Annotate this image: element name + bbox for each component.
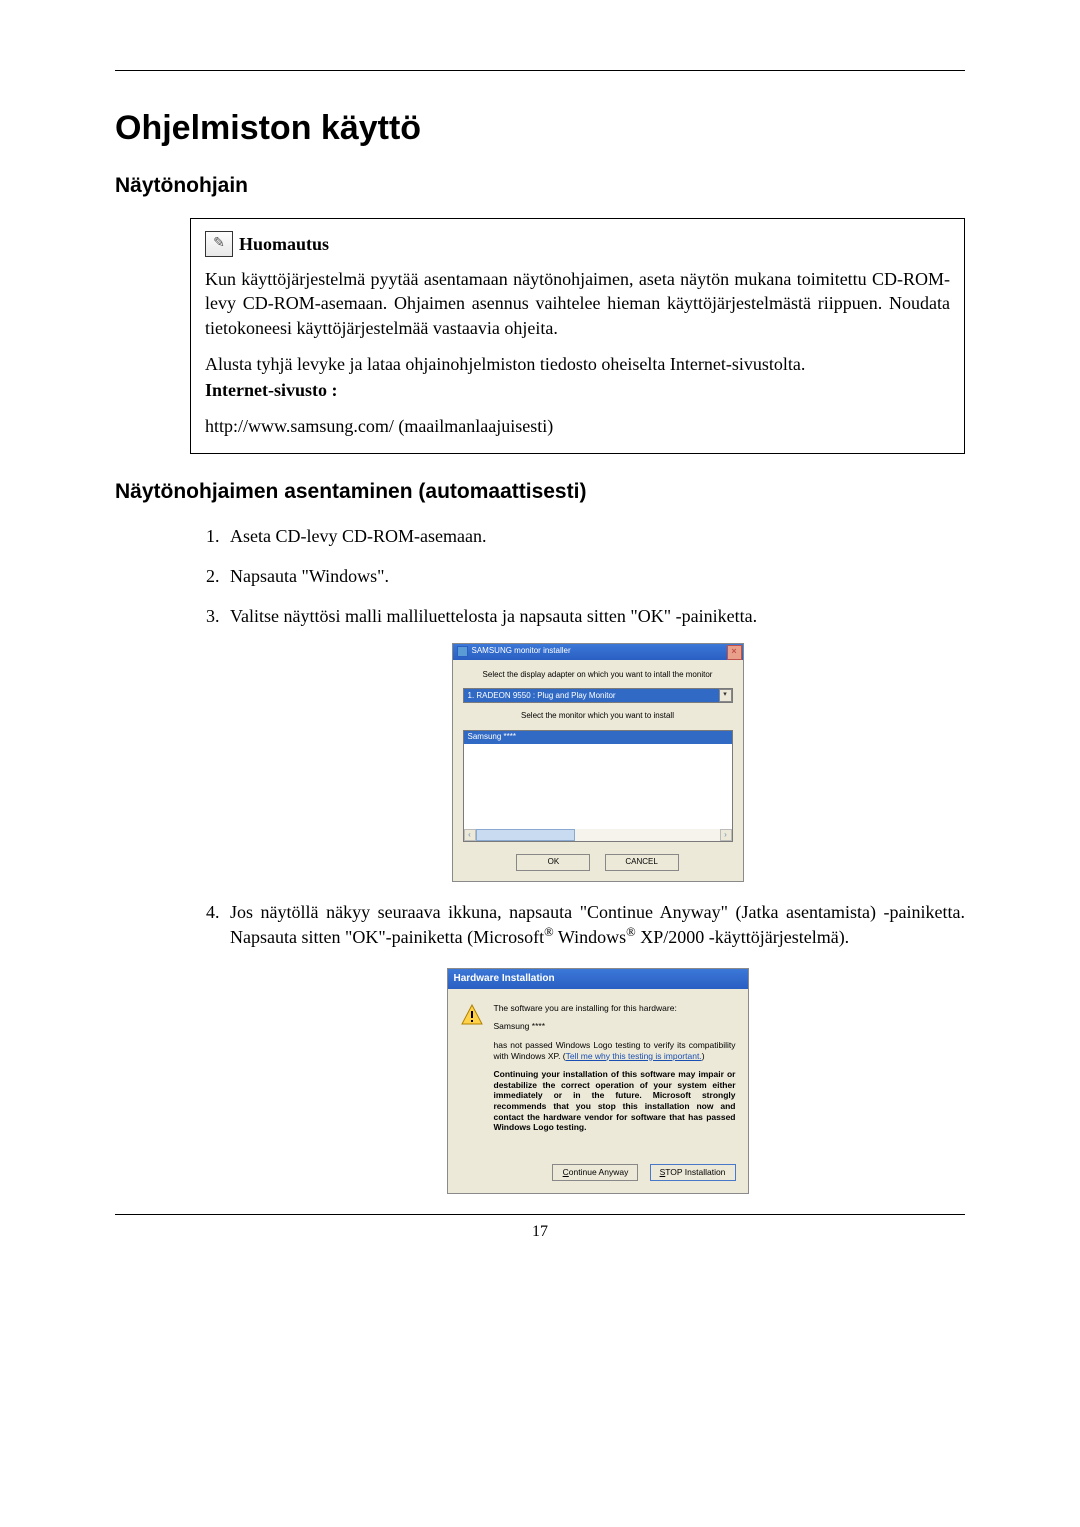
hardware-installation-dialog: Hardware Installation The software you a… [447,968,749,1195]
section-heading-display-driver: Näytönohjain [115,174,965,198]
step-1: Aseta CD-levy CD-ROM-asemaan. [224,524,965,548]
warning-icon [460,1003,484,1027]
adapter-combobox[interactable]: 1. RADEON 9550 : Plug and Play Monitor ▾ [463,688,733,703]
internet-site-url: http://www.samsung.com/ (maailmanlaajuis… [205,414,950,438]
step-3: Valitse näyttösi malli malliluettelosta … [224,604,965,882]
section-heading-auto-install: Näytönohjaimen asentaminen (automaattise… [115,480,965,504]
note-icon: ✎ [205,231,233,257]
hw-line3-b: ) [702,1051,705,1061]
page-number: 17 [115,1223,965,1241]
monitor-listbox[interactable]: Samsung **** ‹ › [463,730,733,842]
scroll-thumb[interactable] [476,829,576,841]
step-4-text-c: XP/2000 -käyttöjärjestelmä). [636,927,849,947]
page-title: Ohjelmiston käyttö [115,109,965,148]
scroll-right-icon[interactable]: › [720,829,732,841]
instruction-monitor: Select the monitor which you want to ins… [463,711,733,722]
hw-line2: Samsung **** [494,1021,736,1032]
hw-warning-bold: Continuing your installation of this sof… [494,1069,736,1133]
step-4-text-b: Windows [554,927,626,947]
adapter-combobox-value: 1. RADEON 9550 : Plug and Play Monitor [464,689,720,702]
hw-line1: The software you are installing for this… [494,1003,736,1014]
note-box: ✎ Huomautus Kun käyttöjärjestelmä pyytää… [190,218,965,454]
bottom-rule [115,1214,965,1215]
chevron-down-icon[interactable]: ▾ [719,689,732,702]
hw-dialog-title: Hardware Installation [454,972,555,986]
samsung-installer-dialog: SAMSUNG monitor installer × Select the d… [452,643,744,882]
hw-line3: has not passed Windows Logo testing to v… [494,1040,736,1061]
step-4: Jos näytöllä näkyy seuraava ikkuna, naps… [224,900,965,1194]
continue-rest: ontinue Anyway [569,1167,629,1177]
step-2: Napsauta "Windows". [224,564,965,588]
dialog-titlebar: SAMSUNG monitor installer × [453,644,743,660]
scroll-track[interactable] [476,829,720,841]
app-icon [457,646,468,657]
logo-testing-link[interactable]: Tell me why this testing is important. [566,1051,702,1061]
top-rule [115,70,965,71]
note-label: Huomautus [239,232,329,256]
ok-button[interactable]: OK [516,854,590,871]
scroll-left-icon[interactable]: ‹ [464,829,476,841]
instruction-adapter: Select the display adapter on which you … [463,670,733,681]
step-3-text: Valitse näyttösi malli malliluettelosta … [230,606,757,626]
horizontal-scrollbar[interactable]: ‹ › [464,829,732,841]
dialog-title: SAMSUNG monitor installer [472,646,571,657]
internet-site-label: Internet-sivusto : [205,378,950,402]
close-icon[interactable]: × [727,645,742,660]
monitor-list-item[interactable]: Samsung **** [464,731,732,744]
stop-rest: TOP Installation [665,1167,725,1177]
note-paragraph-2: Alusta tyhjä levyke ja lataa ohjainohjel… [205,352,950,376]
hw-dialog-titlebar: Hardware Installation [448,969,748,989]
note-paragraph-1: Kun käyttöjärjestelmä pyytää asentamaan … [205,267,950,340]
cancel-button[interactable]: CANCEL [605,854,679,871]
registered-mark-2: ® [626,925,636,939]
stop-installation-button[interactable]: STOP Installation [650,1164,736,1181]
registered-mark-1: ® [544,925,554,939]
continue-anyway-button[interactable]: Continue Anyway [552,1164,638,1181]
steps-list: Aseta CD-levy CD-ROM-asemaan. Napsauta "… [190,524,965,1195]
